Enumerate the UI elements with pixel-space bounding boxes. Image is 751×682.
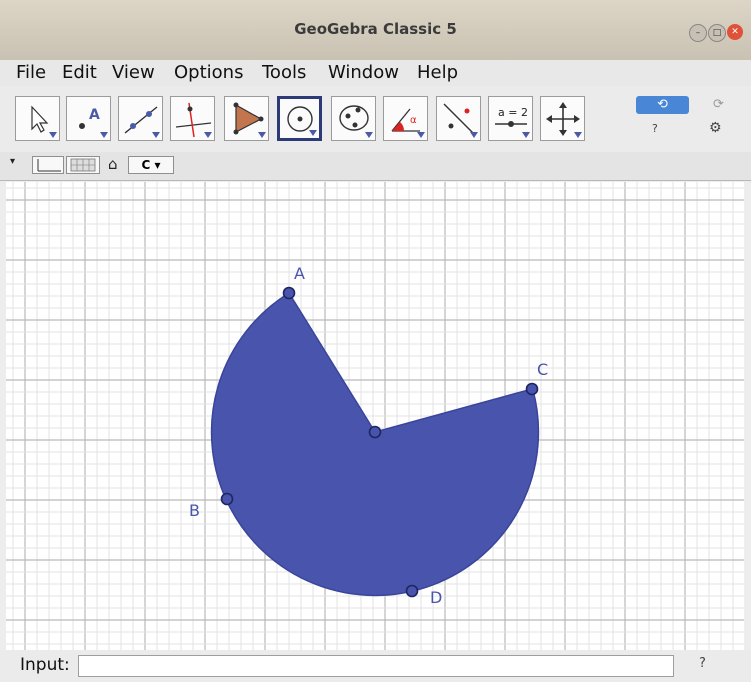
svg-text:α: α [410, 115, 417, 126]
grid-toggle[interactable] [66, 156, 100, 174]
stylebar-toggle-icon[interactable]: ▾ [10, 156, 15, 167]
tool-menu-arrow-icon [574, 132, 582, 138]
input-label: Input: [20, 655, 70, 675]
maximize-icon[interactable]: □ [708, 24, 726, 42]
close-icon[interactable]: ✕ [727, 24, 743, 40]
axes-icon [37, 159, 61, 172]
line-tool[interactable] [118, 96, 163, 141]
menu-edit[interactable]: Edit [62, 62, 97, 83]
home-icon[interactable]: ⌂ [108, 155, 118, 173]
title-bar: GeoGebra Classic 5 – □ ✕ [0, 0, 751, 60]
menu-view[interactable]: View [112, 62, 155, 83]
circular-sector[interactable] [210, 291, 540, 597]
undo-button[interactable]: ⟲ [636, 96, 689, 114]
polygon-tool[interactable] [224, 96, 269, 141]
svg-text:a = 2: a = 2 [498, 106, 528, 119]
tool-menu-arrow-icon [258, 132, 266, 138]
point-A[interactable] [282, 286, 296, 300]
point-A-label: A [294, 264, 305, 283]
point-tool[interactable]: A [66, 96, 111, 141]
menu-bar: File Edit View Options Tools Window Help [0, 60, 751, 86]
input-field[interactable] [78, 655, 674, 677]
slider-tool[interactable]: a = 2 [488, 96, 533, 141]
center-point[interactable] [368, 425, 382, 439]
tool-menu-arrow-icon [152, 132, 160, 138]
settings-gear-icon[interactable]: ⚙ [709, 120, 722, 136]
help-icon[interactable]: ? [652, 122, 658, 135]
tool-menu-arrow-icon [522, 132, 530, 138]
tool-menu-arrow-icon [100, 132, 108, 138]
circle-tool[interactable] [277, 96, 322, 141]
tool-menu-arrow-icon [470, 132, 478, 138]
tool-menu-arrow-icon [204, 132, 212, 138]
reflect-tool[interactable] [436, 96, 481, 141]
point-D[interactable] [405, 584, 419, 598]
menu-file[interactable]: File [16, 62, 46, 83]
angle-tool[interactable]: α [383, 96, 428, 141]
move-tool[interactable] [15, 96, 60, 141]
axes-toggle[interactable] [32, 156, 64, 174]
tool-menu-arrow-icon [417, 132, 425, 138]
perpendicular-tool[interactable] [170, 96, 215, 141]
point-B[interactable] [220, 492, 234, 506]
ellipse-tool[interactable] [331, 96, 376, 141]
point-C[interactable] [525, 382, 539, 396]
point-D-label: D [430, 588, 442, 607]
menu-tools[interactable]: Tools [262, 62, 306, 83]
window-title: GeoGebra Classic 5 [294, 20, 457, 38]
point-C-label: C [537, 360, 548, 379]
tool-menu-arrow-icon [365, 132, 373, 138]
graphics-canvas[interactable]: A B C D [6, 182, 744, 650]
point-capture-dropdown[interactable]: C ▾ [128, 156, 174, 174]
minimize-icon[interactable]: – [689, 24, 707, 42]
input-help-icon[interactable]: ? [699, 656, 706, 671]
redo-button[interactable]: ⟳ [692, 96, 745, 114]
tool-menu-arrow-icon [49, 132, 57, 138]
move-graphics-tool[interactable] [540, 96, 585, 141]
menu-window[interactable]: Window [328, 62, 399, 83]
menu-options[interactable]: Options [174, 62, 243, 83]
graphics-view[interactable]: A B C D [6, 182, 744, 650]
grid-icon [70, 158, 96, 172]
tool-menu-arrow-icon [309, 130, 317, 136]
menu-help[interactable]: Help [417, 62, 458, 83]
svg-text:A: A [89, 107, 100, 123]
point-B-label: B [189, 501, 200, 520]
